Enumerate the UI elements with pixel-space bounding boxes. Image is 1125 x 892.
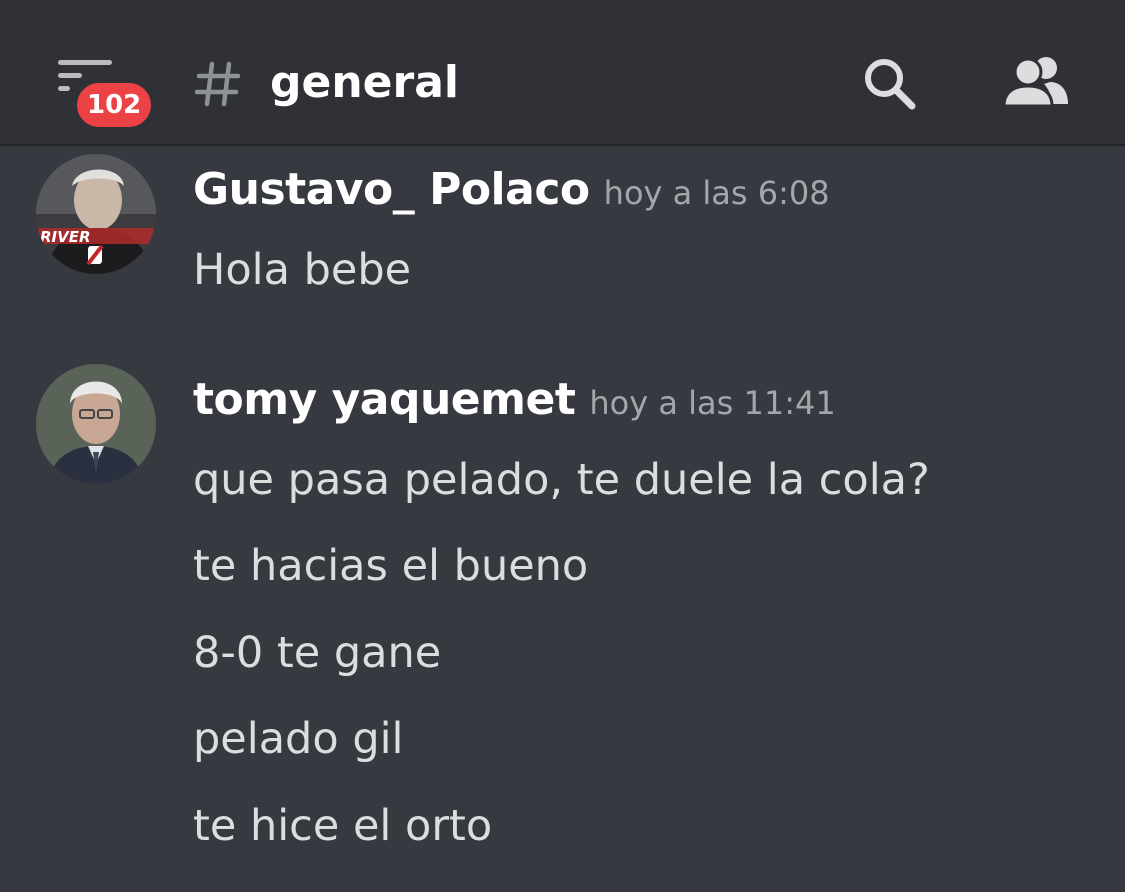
chat-screen: 102 general RIVER Gustavo_ Polaco hoy a …: [0, 0, 1125, 892]
channel-header: 102 general: [0, 0, 1125, 146]
avatar[interactable]: [36, 364, 156, 484]
message-header: Gustavo_ Polaco hoy a las 6:08: [193, 164, 830, 215]
message-text: te hacias el bueno: [193, 541, 589, 591]
message-text: pelado gil: [193, 714, 404, 764]
hash-channel-icon: [194, 61, 241, 107]
author-name[interactable]: tomy yaquemet: [193, 374, 576, 425]
unread-badge: 102: [72, 78, 157, 132]
hamburger-menu-button[interactable]: 102: [50, 56, 157, 132]
channel-name: general: [270, 57, 459, 108]
avatar-image: [36, 364, 156, 484]
message-text: que pasa pelado, te duele la cola?: [193, 455, 930, 505]
avatar-river-text: RIVER: [40, 228, 91, 246]
message-timestamp: hoy a las 6:08: [603, 174, 830, 212]
message-timestamp: hoy a las 11:41: [589, 384, 836, 422]
message-text: 8-0 te gane: [193, 628, 442, 678]
author-name[interactable]: Gustavo_ Polaco: [193, 164, 590, 215]
avatar[interactable]: RIVER: [36, 154, 156, 274]
members-icon[interactable]: [1000, 52, 1070, 112]
message-text: te hice el orto: [193, 801, 493, 851]
search-icon[interactable]: [860, 54, 920, 114]
message-text: Hola bebe: [193, 245, 412, 295]
avatar-image: RIVER: [36, 154, 156, 274]
message-header: tomy yaquemet hoy a las 11:41: [193, 374, 836, 425]
